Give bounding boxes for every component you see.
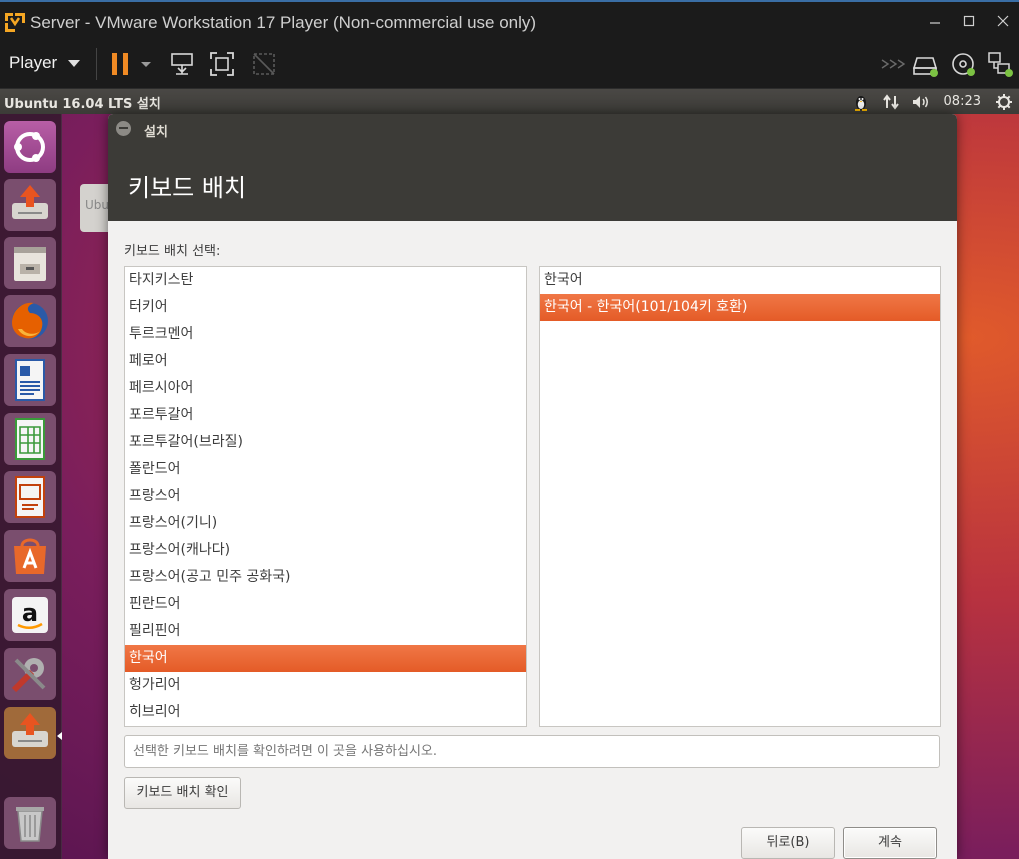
pause-dropdown-icon[interactable] [138,50,154,78]
launcher-amazon[interactable]: a [4,589,56,641]
unity-launcher: a [0,114,62,859]
launcher-installer[interactable] [4,179,56,231]
active-app-arrow-icon [57,732,62,740]
network-indicator[interactable] [876,89,906,114]
installer-title: 설치 [144,125,168,140]
list-item[interactable]: 프랑스어 [125,483,526,510]
close-icon [997,15,1009,27]
list-item[interactable]: 핀란드어 [125,591,526,618]
close-button[interactable] [990,10,1016,34]
firefox-icon [12,302,48,339]
installer-titlebar: 설치 [108,114,957,144]
maximize-button[interactable] [956,10,982,34]
list-item[interactable]: 터키어 [125,294,526,321]
list-item[interactable]: 페르시아어 [125,375,526,402]
list-item[interactable]: 헝가리어 [125,672,526,699]
files-icon [14,247,46,281]
window-title: Server - VMware Workstation 17 Player (N… [30,13,537,32]
vmware-toolbar: Player [0,40,1019,89]
maximize-icon [963,15,975,27]
launcher-firefox[interactable] [4,295,56,347]
launcher-installer-running[interactable] [4,707,56,759]
continue-button[interactable]: 계속 [843,827,937,859]
list-item[interactable]: 한국어 [540,267,940,294]
list-item[interactable]: 한국어 [125,645,526,672]
launcher-software[interactable] [4,530,56,582]
list-item[interactable]: 투르크멘어 [125,321,526,348]
list-item[interactable]: 프랑스어(기니) [125,510,526,537]
page-title: 키보드 배치 [128,174,247,202]
list-item[interactable]: 히브리어 [125,699,526,726]
unity-icon[interactable] [250,50,278,78]
keyboard-variant-list[interactable]: 한국어 한국어 - 한국어(101/104키 호환) [539,266,941,727]
list-item[interactable]: 타지키스탄 [125,267,526,294]
list-item[interactable]: 페로어 [125,348,526,375]
installer-running-icon [12,713,48,747]
writer-icon [15,359,45,401]
layout-list-label: 키보드 배치 선택: [124,244,221,259]
pause-icon[interactable] [108,50,136,78]
toolbar-divider [96,48,97,80]
calc-icon [15,418,45,460]
list-item[interactable]: 한국어 - 한국어(101/104키 호환) [540,294,940,321]
launcher-trash[interactable] [4,797,56,849]
launcher-impress[interactable] [4,471,56,523]
background-window-text: Ubu [85,198,110,212]
tux-icon [854,95,867,111]
launcher-writer[interactable] [4,354,56,406]
installer-header: 키보드 배치 [108,144,957,221]
launcher-settings[interactable] [4,648,56,700]
installer-window: 설치 키보드 배치 키보드 배치 선택: 타지키스탄 터키어 투르크멘어 페로어 페르시… [108,114,957,859]
software-center-icon [14,538,46,574]
launcher-files[interactable] [4,237,56,289]
network-arrows-icon [882,93,899,110]
tux-indicator[interactable] [846,89,876,114]
gear-icon [996,93,1012,110]
minimize-button[interactable] [922,10,948,34]
detect-layout-button[interactable]: 키보드 배치 확인 [124,777,241,809]
list-item[interactable]: 프랑스어(공고 민주 공화국) [125,564,526,591]
volume-icon [912,95,928,108]
fit-guest-icon[interactable] [208,50,236,78]
panel-app-title: Ubuntu 16.04 LTS 설치 [4,97,161,112]
impress-icon [15,476,45,518]
vmware-logo-icon [4,10,26,32]
player-menu-caret-icon[interactable] [68,60,80,67]
minimize-icon [930,22,940,24]
hdd-icon[interactable] [912,50,940,78]
system-settings-icon [11,658,46,693]
list-item[interactable]: 프랑스어(캐나다) [125,537,526,564]
keyboard-test-input[interactable] [124,735,940,768]
forward-icon[interactable] [878,50,906,78]
amazon-icon: a [12,597,48,633]
launcher-calc[interactable] [4,413,56,465]
panel-indicators: 08:23 [846,89,1019,114]
list-item[interactable]: 포르투갈어(브라질) [125,429,526,456]
installer-icon [12,185,48,219]
list-item[interactable]: 폴란드어 [125,456,526,483]
panel-clock[interactable]: 08:23 [936,94,989,109]
svg-text:a: a [22,599,38,627]
network-icon[interactable] [986,50,1014,78]
trash-icon [16,807,44,842]
player-menu[interactable]: Player [9,53,57,73]
cd-icon[interactable] [950,50,978,78]
back-button[interactable]: 뒤로(B) [741,827,835,859]
vmware-titlebar: Server - VMware Workstation 17 Player (N… [0,0,1019,40]
keyboard-layout-list[interactable]: 타지키스탄 터키어 투르크멘어 페로어 페르시아어 포르투갈어 포르투갈어(브라질) 폴란드어… [124,266,527,727]
send-ctrl-alt-del-icon[interactable] [168,50,196,78]
ubuntu-dash-icon [14,132,45,162]
ubuntu-top-panel: Ubuntu 16.04 LTS 설치 08:23 [0,89,1019,114]
installer-close-button[interactable] [116,121,131,136]
session-indicator[interactable] [989,89,1019,114]
ubuntu-dash-button[interactable] [4,121,56,173]
list-item[interactable]: 필리핀어 [125,618,526,645]
list-item[interactable]: 포르투갈어 [125,402,526,429]
sound-indicator[interactable] [906,89,936,114]
